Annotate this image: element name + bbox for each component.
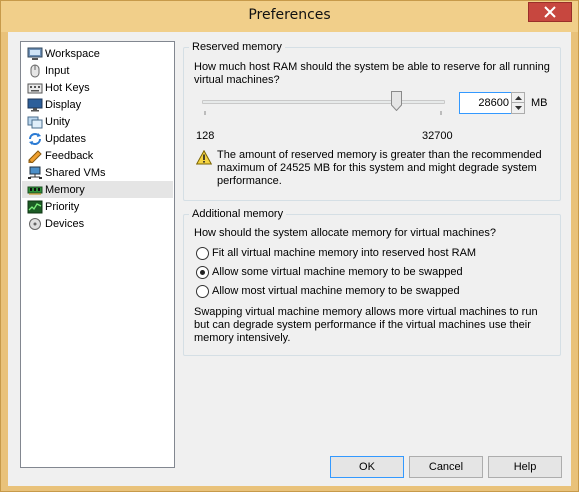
sidebar-item-updates[interactable]: Updates <box>22 130 173 147</box>
sidebar-item-label: Unity <box>45 115 71 128</box>
sidebar-item-unity[interactable]: Unity <box>22 113 173 130</box>
slider-thumb[interactable] <box>390 91 402 112</box>
radio-button[interactable] <box>196 247 209 260</box>
swap-note-line-1: Swapping virtual machine memory allows m… <box>194 306 538 318</box>
sidebar-item-label: Display <box>45 98 82 111</box>
radio-label: Allow most virtual machine memory to be … <box>212 285 460 297</box>
sidebar-item-priority[interactable]: Priority <box>22 198 173 215</box>
help-button[interactable]: Help <box>488 456 562 478</box>
preferences-window: Preferences Workspace Input Hot Keys Dis… <box>0 0 579 492</box>
sidebar-item-devices[interactable]: Devices <box>22 215 173 232</box>
feedback-icon <box>27 149 43 163</box>
sidebar-item-label: Feedback <box>45 149 94 162</box>
sidebar-item-label: Updates <box>45 132 86 145</box>
reserved-memory-question: How much host RAM should the system be a… <box>194 61 550 86</box>
radio-label: Allow some virtual machine memory to be … <box>212 266 463 278</box>
sidebar-item-display[interactable]: Display <box>22 96 173 113</box>
unit-label: MB <box>531 97 548 109</box>
reserved-memory-slider[interactable] <box>202 100 445 104</box>
warning-line-2: maximum of 24525 MB for this system and … <box>217 162 537 174</box>
title-bar[interactable]: Preferences <box>1 1 578 32</box>
close-icon <box>544 6 556 18</box>
sidebar-item-label: Memory <box>45 183 85 196</box>
slider-ticks <box>204 111 442 115</box>
spin-up-button[interactable] <box>512 93 524 103</box>
memory-icon <box>27 183 43 197</box>
warning-icon <box>195 149 213 168</box>
sidebar-item-memory[interactable]: Memory <box>22 181 173 198</box>
sidebar-item-feedback[interactable]: Feedback <box>22 147 173 164</box>
additional-memory-question: How should the system allocate memory fo… <box>194 227 497 239</box>
reserved-memory-title: Reserved memory <box>189 41 285 53</box>
radio-button[interactable] <box>196 285 209 298</box>
shared-vms-icon <box>27 166 43 180</box>
devices-icon <box>27 217 43 231</box>
warning-line-3: performance. <box>217 175 282 187</box>
sidebar-item-label: Input <box>45 64 70 77</box>
dialog-client-area: Workspace Input Hot Keys Display Unity U… <box>8 32 571 486</box>
monitor-icon <box>27 98 43 112</box>
sidebar-item-label: Priority <box>45 200 80 213</box>
sidebar-item-label: Hot Keys <box>45 81 90 94</box>
sidebar-item-label: Devices <box>45 217 85 230</box>
sidebar-item-label: Workspace <box>45 47 100 60</box>
ok-button[interactable]: OK <box>330 456 404 478</box>
radio-label: Fit all virtual machine memory into rese… <box>212 247 477 259</box>
sidebar-item-shared-vms[interactable]: Shared VMs <box>22 164 173 181</box>
sidebar-item-workspace[interactable]: Workspace <box>22 45 173 62</box>
sidebar-item-input[interactable]: Input <box>22 62 173 79</box>
sidebar-item-hot-keys[interactable]: Hot Keys <box>22 79 173 96</box>
unity-icon <box>27 115 43 129</box>
reserved-memory-input[interactable]: 28600 <box>459 92 512 114</box>
chevron-down-icon <box>514 106 522 110</box>
cancel-button[interactable]: Cancel <box>409 456 483 478</box>
reserved-memory-spinner <box>511 92 525 114</box>
sidebar-item-label: Shared VMs <box>45 166 106 179</box>
close-button[interactable] <box>528 2 572 22</box>
window-title: Preferences <box>248 7 331 23</box>
slider-max-label: 32700 <box>422 130 453 142</box>
mouse-icon <box>27 64 43 78</box>
updates-icon <box>27 132 43 146</box>
swap-note-line-2: but can degrade system performance if th… <box>194 319 531 331</box>
preferences-nav-list[interactable]: Workspace Input Hot Keys Display Unity U… <box>20 41 175 468</box>
radio-button[interactable] <box>196 266 209 279</box>
workspace-icon <box>27 47 43 61</box>
slider-min-label: 128 <box>196 130 215 142</box>
warning-line-1: The amount of reserved memory is greater… <box>217 149 542 161</box>
keyboard-icon <box>27 81 43 95</box>
spin-down-button[interactable] <box>512 103 524 113</box>
chevron-up-icon <box>514 95 522 100</box>
swap-note-line-3: memory intensively. <box>194 332 291 344</box>
priority-icon <box>27 200 43 214</box>
additional-memory-title: Additional memory <box>189 208 287 220</box>
